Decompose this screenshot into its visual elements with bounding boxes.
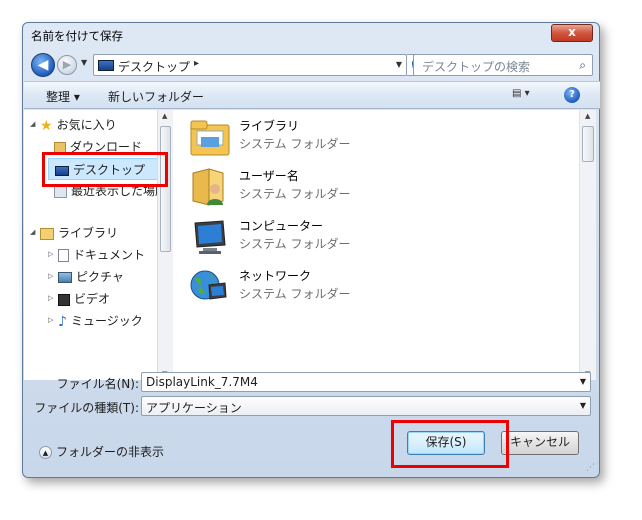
expand-icon[interactable]: ▷ [48, 316, 53, 324]
navigation-pane: ◢ ★ お気に入り ダウンロード デスクトップ 最近表示した場所 ◢ ライブラリ … [24, 110, 171, 380]
scrollbar-thumb[interactable] [160, 126, 171, 252]
file-name-label: ファイル名(N): [56, 377, 139, 391]
help-icon[interactable]: ? [564, 87, 580, 103]
title-bar[interactable]: 名前を付けて保存 x [23, 23, 599, 47]
music-icon: ♪ [58, 313, 67, 330]
search-icon[interactable]: ⌕ [579, 58, 586, 73]
close-button[interactable]: x [551, 24, 593, 42]
list-item[interactable]: ライブラリ システム フォルダー [189, 115, 379, 159]
collapse-icon[interactable]: ◢ [30, 228, 35, 236]
nav-item-documents[interactable]: ドキュメント [58, 246, 145, 263]
expand-icon[interactable]: ▷ [48, 294, 53, 302]
list-item[interactable]: ユーザー名 システム フォルダー [189, 165, 379, 209]
item-type: システム フォルダー [239, 187, 351, 201]
recent-pages-dropdown[interactable]: ▼ [81, 58, 87, 67]
file-type-value: アプリケーション [146, 401, 242, 415]
library-icon [40, 227, 54, 240]
file-name-field[interactable]: DisplayLink_7.7M4 ▼ [141, 372, 591, 392]
desktop-icon [98, 60, 114, 71]
chevron-right-icon[interactable]: ▸ [194, 58, 199, 69]
nav-item-pictures[interactable]: ピクチャ [58, 268, 124, 285]
forward-button[interactable]: ▶ [57, 55, 77, 75]
hide-folders-toggle[interactable]: ▲ フォルダーの非表示 [39, 443, 164, 460]
library-folder-icon [189, 117, 231, 157]
desktop-highlight-annotation [42, 152, 168, 187]
command-bar: 整理 ▾ 新しいフォルダー ▤ ▾ ? [24, 81, 600, 109]
address-location[interactable]: デスクトップ [118, 58, 190, 75]
file-name-value: DisplayLink_7.7M4 [146, 375, 258, 389]
organize-menu[interactable]: 整理 ▾ [46, 88, 80, 105]
expand-icon[interactable]: ▷ [48, 250, 53, 258]
collapse-icon[interactable]: ◢ [30, 120, 35, 128]
view-options-button[interactable]: ▤ ▾ [512, 88, 530, 99]
item-name: ユーザー名 [239, 169, 299, 183]
nav-item-libraries[interactable]: ライブラリ [40, 224, 118, 241]
cancel-button[interactable]: キャンセル [501, 431, 579, 455]
user-folder-icon [189, 167, 231, 207]
nav-item-videos[interactable]: ビデオ [58, 290, 110, 307]
address-dropdown-icon[interactable]: ▼ [396, 60, 402, 69]
videos-icon [58, 293, 70, 306]
item-name: ネットワーク [239, 269, 312, 283]
save-highlight-annotation [391, 420, 509, 468]
recent-places-icon [54, 185, 67, 198]
documents-icon [58, 249, 69, 262]
item-type: システム フォルダー [239, 287, 351, 301]
address-bar[interactable]: デスクトップ ▸ ▼ [93, 54, 407, 76]
item-type: システム フォルダー [239, 237, 351, 251]
item-name: ライブラリ [239, 119, 300, 133]
star-icon: ★ [40, 117, 53, 134]
file-type-label: ファイルの種類(T): [34, 401, 139, 415]
new-folder-button[interactable]: 新しいフォルダー [108, 88, 204, 105]
resize-grip-icon[interactable]: ⋰ [586, 463, 595, 473]
item-name: コンピューター [239, 219, 324, 233]
pictures-icon [58, 272, 72, 283]
chevron-up-icon: ▲ [39, 446, 52, 459]
nav-item-music[interactable]: ♪ ミュージック [58, 312, 143, 330]
chevron-down-icon[interactable]: ▼ [580, 377, 586, 386]
file-list-scrollbar[interactable]: ▲ ▼ [579, 110, 596, 380]
nav-pane-scrollbar[interactable]: ▲ ▼ [157, 110, 173, 380]
computer-icon [189, 217, 231, 257]
network-globe-icon [189, 267, 231, 307]
save-as-dialog: 名前を付けて保存 x ◀ ▶ ▼ デスクトップ ▸ ▼ ↹ デスクトップの検索 … [22, 22, 600, 478]
file-type-select[interactable]: アプリケーション ▼ [141, 396, 591, 416]
item-type: システム フォルダー [239, 137, 351, 151]
nav-item-favorites[interactable]: ★ お気に入り [40, 116, 117, 134]
back-button[interactable]: ◀ [31, 53, 55, 77]
search-placeholder: デスクトップの検索 [422, 60, 531, 74]
list-item[interactable]: コンピューター システム フォルダー [189, 215, 379, 259]
list-item[interactable]: ネットワーク システム フォルダー [189, 265, 379, 309]
scrollbar-thumb[interactable] [582, 126, 594, 162]
scroll-up-icon[interactable]: ▲ [162, 112, 167, 120]
expand-icon[interactable]: ▷ [48, 272, 53, 280]
scroll-up-icon[interactable]: ▲ [585, 112, 590, 120]
search-input[interactable]: デスクトップの検索 ⌕ [413, 54, 593, 76]
window-title: 名前を付けて保存 [31, 29, 123, 43]
chevron-down-icon[interactable]: ▼ [580, 401, 586, 410]
